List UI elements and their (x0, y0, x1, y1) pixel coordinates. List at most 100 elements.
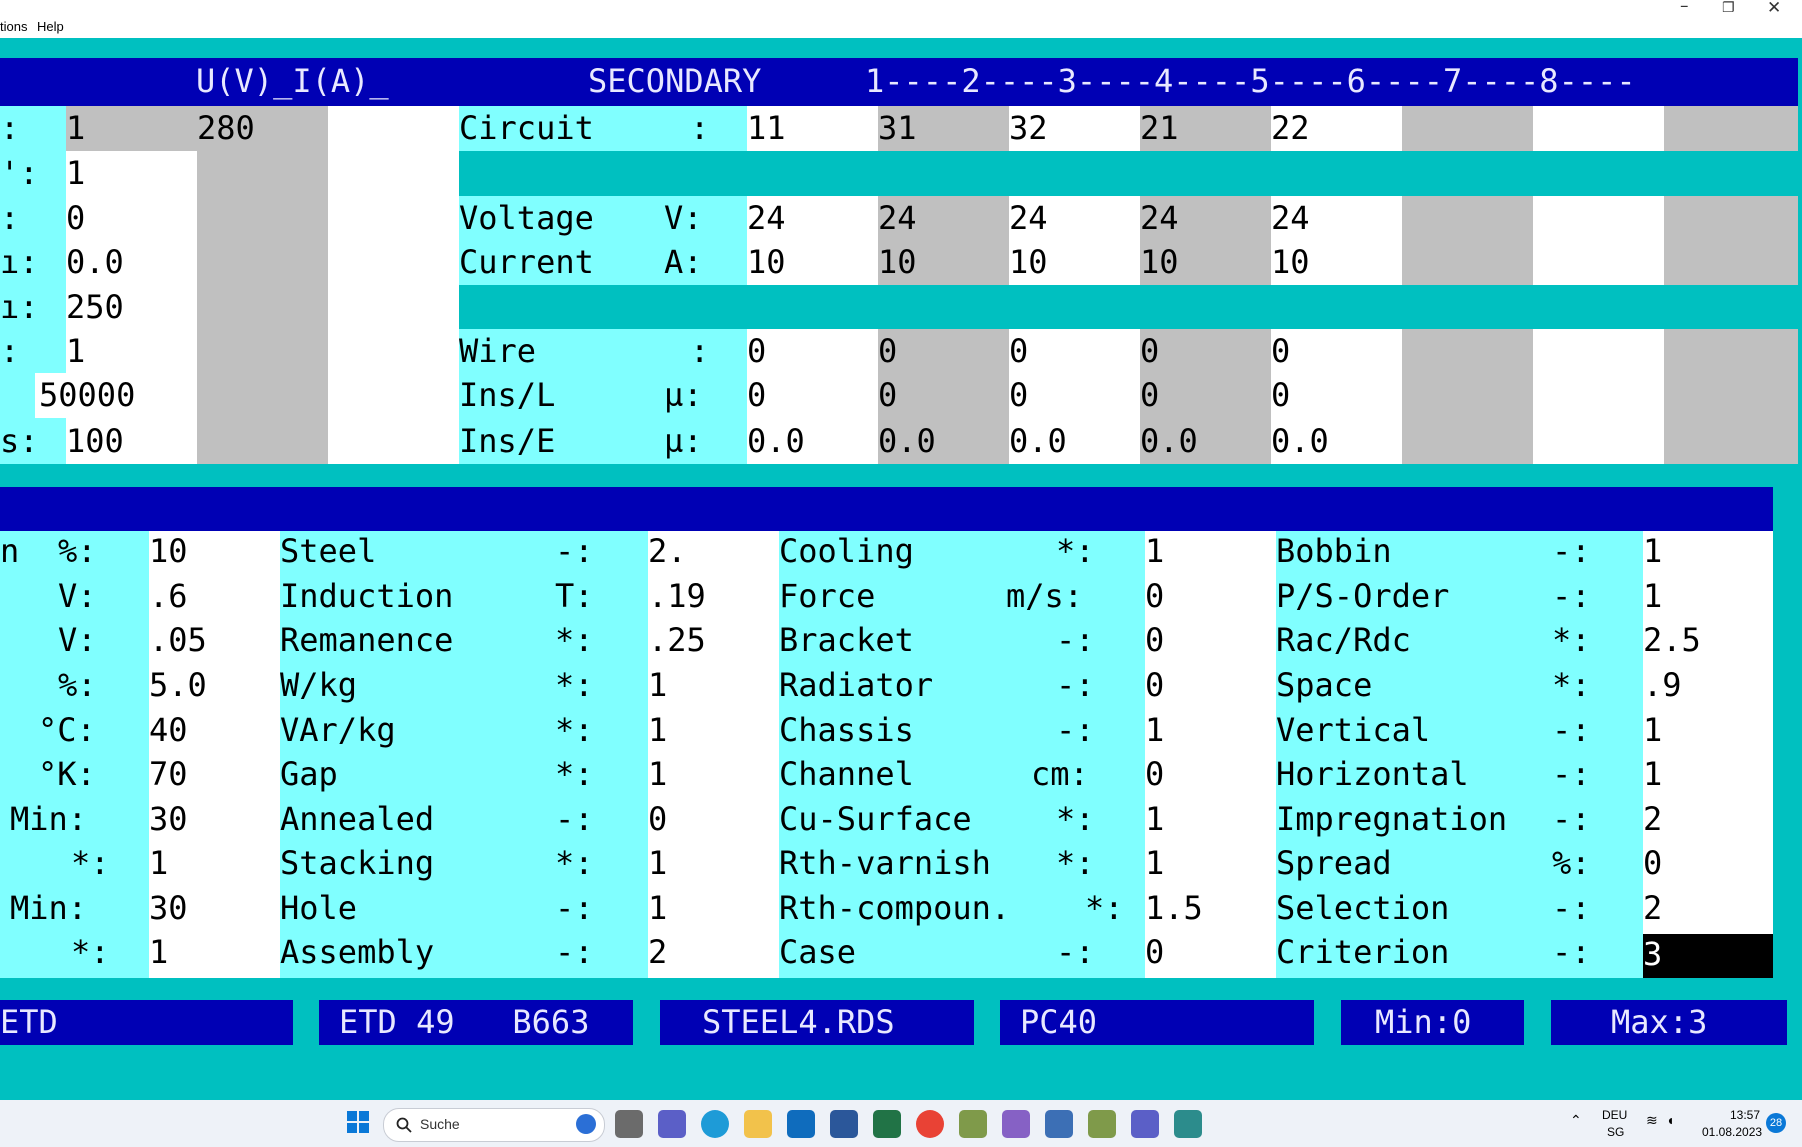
param-value-vertical[interactable]: 1 (1643, 708, 1662, 752)
voltage-value[interactable]: 24 (1271, 196, 1310, 240)
chrome-icon[interactable] (916, 1110, 944, 1138)
current-value[interactable]: 10 (747, 240, 786, 284)
param-value-horizontal[interactable]: 1 (1643, 752, 1662, 796)
circuit-value[interactable]: 31 (878, 106, 917, 150)
language-indicator[interactable]: DEU (1602, 1108, 1627, 1122)
param-value[interactable]: .05 (149, 618, 207, 662)
primary-value[interactable]: 1 (66, 106, 85, 150)
param-value-selection[interactable]: 2 (1643, 886, 1662, 930)
current-value[interactable]: 10 (1140, 240, 1179, 284)
wifi-icon[interactable]: ≋ (1646, 1112, 1658, 1129)
param-value-channel[interactable]: 0 (1145, 752, 1164, 796)
excel-icon[interactable] (873, 1110, 901, 1138)
param-value-case[interactable]: 0 (1145, 930, 1164, 974)
param-value[interactable]: 70 (149, 752, 188, 796)
task-view-icon[interactable] (615, 1110, 643, 1138)
windows-start-icon[interactable] (346, 1110, 370, 1134)
param-value-radiator[interactable]: 0 (1145, 663, 1164, 707)
param-value[interactable]: .6 (149, 574, 188, 618)
visual-studio-icon[interactable] (1002, 1110, 1030, 1138)
primary-value[interactable]: 50000 (39, 373, 135, 417)
inse-value[interactable]: 0.0 (1009, 419, 1067, 463)
wire-value[interactable]: 0 (1140, 329, 1159, 373)
insl-value[interactable]: 0 (878, 373, 897, 417)
app-a-icon[interactable] (1045, 1110, 1073, 1138)
teams-icon[interactable] (1131, 1110, 1159, 1138)
wire-value[interactable]: 0 (878, 329, 897, 373)
circuit-value[interactable]: 22 (1271, 106, 1310, 150)
primary-value[interactable]: 0.0 (66, 240, 124, 284)
param-value-spread[interactable]: 0 (1643, 841, 1662, 885)
edge-icon[interactable] (701, 1110, 729, 1138)
param-value-impregnation[interactable]: 2 (1643, 797, 1662, 841)
param-value-cooling[interactable]: 1 (1145, 529, 1164, 573)
voltage-value[interactable]: 24 (747, 196, 786, 240)
param-value-criterion-selected[interactable]: 3 (1643, 934, 1773, 978)
param-value-bobbin[interactable]: 1 (1643, 529, 1662, 573)
volume-icon[interactable]: ◖ (1666, 1112, 1674, 1128)
param-value-ps-order[interactable]: 1 (1643, 574, 1662, 618)
app-z2-icon[interactable] (1088, 1110, 1116, 1138)
param-value-rth-compound[interactable]: 1.5 (1145, 886, 1203, 930)
voltage-value[interactable]: 24 (878, 196, 917, 240)
chat-icon[interactable] (658, 1110, 686, 1138)
param-value[interactable]: 30 (149, 886, 188, 930)
param-value-annealed[interactable]: 0 (648, 797, 667, 841)
inse-value[interactable]: 0.0 (878, 419, 936, 463)
current-value[interactable]: 10 (1271, 240, 1310, 284)
bing-icon[interactable] (576, 1114, 596, 1134)
primary-value[interactable]: 280 (197, 106, 255, 150)
status-core-type[interactable]: ETD (0, 1000, 293, 1045)
primary-value[interactable]: 1 (66, 151, 85, 195)
insl-value[interactable]: 0 (1140, 373, 1159, 417)
param-value[interactable]: 10 (149, 529, 188, 573)
inse-value[interactable]: 0.0 (1271, 419, 1329, 463)
param-value-rth-varnish[interactable]: 1 (1145, 841, 1164, 885)
primary-value-cell[interactable] (66, 106, 197, 151)
current-value[interactable]: 10 (1009, 240, 1048, 284)
notification-badge[interactable]: 28 (1766, 1113, 1786, 1133)
param-value[interactable]: 30 (149, 797, 188, 841)
insl-value[interactable]: 0 (1271, 373, 1290, 417)
wire-value[interactable]: 0 (1271, 329, 1290, 373)
minimize-icon[interactable]: – (1680, 0, 1689, 16)
param-value[interactable]: 1 (149, 841, 168, 885)
word-icon[interactable] (830, 1110, 858, 1138)
insl-value[interactable]: 0 (747, 373, 766, 417)
voltage-value[interactable]: 24 (1140, 196, 1179, 240)
outlook-icon[interactable] (787, 1110, 815, 1138)
param-value-induction[interactable]: .19 (648, 574, 706, 618)
param-value[interactable]: 1 (149, 930, 168, 974)
param-value[interactable]: 5.0 (149, 663, 207, 707)
wire-value[interactable]: 0 (747, 329, 766, 373)
active-app-icon[interactable] (1174, 1110, 1202, 1138)
circuit-value[interactable]: 11 (747, 106, 786, 150)
param-value-wkg[interactable]: 1 (648, 663, 667, 707)
circuit-value[interactable]: 21 (1140, 106, 1179, 150)
clock-time[interactable]: 13:57 (1730, 1108, 1760, 1122)
param-value-steel[interactable]: 2. (648, 529, 687, 573)
current-value[interactable]: 10 (878, 240, 917, 284)
param-value[interactable]: 40 (149, 708, 188, 752)
circuit-value[interactable]: 32 (1009, 106, 1048, 150)
param-value-assembly[interactable]: 2 (648, 930, 667, 974)
tray-chevron-icon[interactable]: ⌃ (1570, 1112, 1582, 1129)
param-value-force[interactable]: 0 (1145, 574, 1164, 618)
inse-value[interactable]: 0.0 (747, 419, 805, 463)
param-value-hole[interactable]: 1 (648, 886, 667, 930)
menu-options[interactable]: tions (0, 19, 27, 34)
param-value-varkg[interactable]: 1 (648, 708, 667, 752)
param-value-bracket[interactable]: 0 (1145, 618, 1164, 662)
param-value-stacking[interactable]: 1 (648, 841, 667, 885)
status-core[interactable]: ETD 49 B663 (319, 1000, 633, 1045)
voltage-value[interactable]: 24 (1009, 196, 1048, 240)
status-steel-file[interactable]: STEEL4.RDS (660, 1000, 974, 1045)
close-icon[interactable]: ✕ (1767, 0, 1781, 18)
param-value-space[interactable]: .9 (1643, 663, 1682, 707)
param-value-rac-rdc[interactable]: 2.5 (1643, 618, 1701, 662)
wire-value[interactable]: 0 (1009, 329, 1028, 373)
taskbar-search-input[interactable]: Suche (383, 1108, 605, 1142)
primary-value[interactable]: 100 (66, 419, 124, 463)
insl-value[interactable]: 0 (1009, 373, 1028, 417)
primary-value[interactable]: 0 (66, 196, 85, 240)
